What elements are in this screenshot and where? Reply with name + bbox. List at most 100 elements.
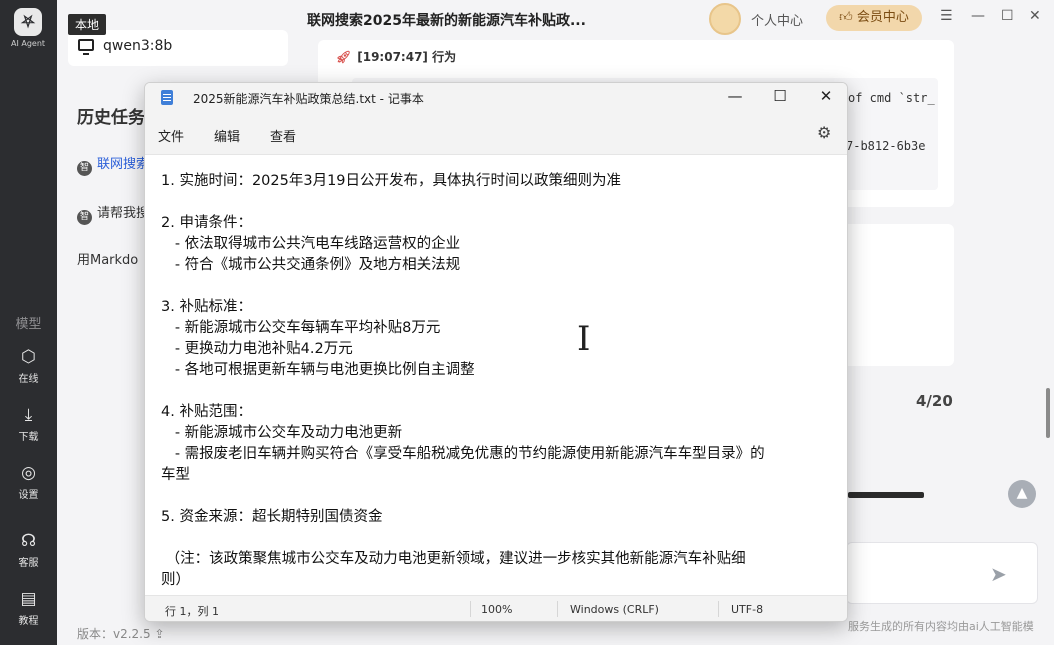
history-item-label: 用Markdo: [77, 253, 139, 268]
avatar[interactable]: [709, 3, 741, 35]
rail-item-online[interactable]: ⬡ 在线: [0, 347, 57, 385]
rail-item-label: 教程: [18, 616, 39, 627]
vip-label: 会员中心: [856, 10, 909, 25]
chat-time-text: [19:07:47] 行为: [357, 50, 457, 64]
minimize-icon[interactable]: —: [720, 87, 750, 105]
thumb-icon: 👍︎: [839, 10, 853, 25]
status-line-ending: Windows (CRLF): [570, 603, 659, 616]
history-title: 历史任务: [77, 108, 145, 128]
text-line: - 需报废老旧车辆并购买符合《享受车船税减免优惠的节约能源使用新能源汽车车型目录…: [161, 446, 765, 462]
monitor-icon: [78, 39, 94, 55]
notepad-statusbar: 行 1，列 1 100% Windows (CRLF) UTF-8: [145, 595, 847, 621]
version-label: 版本：v2.2.5 ⇪: [77, 625, 165, 642]
history-item-label: 请帮我搜: [97, 206, 150, 221]
code-fragment: of cmd `str_: [848, 91, 935, 105]
version-text: 版本：v2.2.5: [77, 627, 151, 641]
text-line: - 新能源城市公交车每辆车平均补贴8万元: [161, 320, 441, 336]
progress-bar: [848, 492, 924, 498]
download-icon: ⤓: [24, 405, 33, 425]
send-icon[interactable]: ➤: [990, 562, 1007, 586]
notepad-menubar: 文件 编辑 查看 ⚙: [145, 113, 847, 155]
rail-item-tutorial[interactable]: ▤ 教程: [0, 589, 57, 627]
upload-icon[interactable]: ⇪: [154, 627, 164, 641]
text-line: 则）: [161, 572, 190, 588]
menu-edit[interactable]: 编辑: [214, 126, 240, 145]
gear-icon[interactable]: ⚙: [817, 123, 831, 142]
text-cursor-icon: I: [577, 319, 591, 359]
text-line: - 依法取得城市公共汽电车线路运营权的企业: [161, 236, 461, 252]
text-line: - 新能源城市公交车及动力电池更新: [161, 425, 403, 441]
menu-file[interactable]: 文件: [158, 126, 184, 145]
rail-item-settings[interactable]: ◎ 设置: [0, 463, 57, 501]
rail-section-label: 模型: [15, 317, 42, 332]
disclaimer: 服务生成的所有内容均由ai人工智能模型生成，请仔细甄别: [848, 620, 1034, 633]
agent-icon: 智: [77, 161, 92, 176]
notepad-icon: [161, 90, 173, 105]
notepad-title: 2025新能源汽车补贴政策总结.txt - 记事本: [193, 92, 424, 106]
menu-icon[interactable]: ☰: [940, 8, 953, 24]
vip-center-button[interactable]: 👍︎ 会员中心: [826, 5, 922, 31]
maximize-icon[interactable]: ☐: [1001, 8, 1014, 24]
status-position: 行 1，列 1: [165, 605, 219, 618]
status-zoom: 100%: [481, 603, 513, 616]
text-line: - 各地可根据更新车辆与电池更换比例自主调整: [161, 362, 475, 378]
text-line: 4. 补贴范围：: [161, 404, 252, 420]
close-icon[interactable]: ✕: [811, 87, 841, 105]
text-line: - 更换动力电池补贴4.2万元: [161, 341, 353, 357]
notepad-titlebar[interactable]: 2025新能源汽车补贴政策总结.txt - 记事本 — ☐ ✕: [145, 83, 847, 113]
headset-icon: ☊: [20, 531, 37, 551]
text-line: 3. 补贴标准：: [161, 299, 252, 315]
menu-view[interactable]: 查看: [270, 126, 296, 145]
text-line: 2. 申请条件：: [161, 215, 252, 231]
model-selector[interactable]: qwen3:8b: [68, 30, 288, 66]
cube-icon: ⬡: [21, 347, 36, 367]
chat-input[interactable]: [846, 542, 1038, 604]
rail-item-label: 设置: [18, 490, 39, 501]
text-line: 1. 实施时间：2025年3月19日公开发布，具体执行时间以政策细则为准: [161, 173, 622, 189]
text-line: 5. 资金来源：超长期特别国债资金: [161, 509, 383, 525]
code-fragment: 7-b812-6b3e: [846, 139, 926, 153]
chat-time-line: 🚀︎ [19:07:47] 行为: [336, 48, 456, 65]
rail-item-download[interactable]: ⤓ 下载: [0, 405, 57, 443]
rail-item-label: 客服: [18, 558, 39, 569]
scroll-top-button[interactable]: ▲: [1008, 480, 1036, 508]
rail-item-support[interactable]: ☊ 客服: [0, 531, 57, 569]
history-item[interactable]: 用Markdo: [77, 249, 138, 268]
text-line: （注：该政策聚焦城市公交车及动力电池更新领域，建议进一步核实其他新能源汽车补贴细: [161, 551, 746, 567]
page-indicator: 4/20: [916, 392, 953, 410]
maximize-icon[interactable]: ☐: [765, 87, 795, 105]
model-name: qwen3:8b: [103, 38, 173, 54]
settings-icon: ◎: [21, 463, 36, 483]
rail-item-label: 下载: [18, 432, 39, 443]
minimize-icon[interactable]: —: [971, 8, 985, 24]
agent-icon: 智: [77, 210, 92, 225]
rocket-icon: 🚀︎: [336, 50, 352, 64]
text-line: 车型: [161, 467, 190, 483]
local-badge: 本地: [68, 14, 107, 35]
book-icon: ▤: [20, 589, 37, 609]
status-encoding: UTF-8: [731, 603, 764, 616]
logo-caption: AI Agent: [10, 39, 46, 48]
notepad-window: 2025新能源汽车补贴政策总结.txt - 记事本 — ☐ ✕ 文件 编辑 查看…: [144, 82, 848, 622]
user-center-link[interactable]: 个人中心: [751, 10, 803, 29]
history-item[interactable]: 智联网搜索: [77, 153, 149, 176]
status-divider: [718, 601, 719, 617]
scrollbar[interactable]: [1046, 388, 1050, 438]
logo-mark-icon: ⛧: [14, 8, 42, 36]
rail-item-label: 在线: [18, 374, 39, 385]
notepad-text-area[interactable]: 1. 实施时间：2025年3月19日公开发布，具体执行时间以政策细则为准 2. 申…: [161, 171, 833, 591]
history-item[interactable]: 智请帮我搜: [77, 202, 149, 225]
status-divider: [470, 601, 471, 617]
close-icon[interactable]: ✕: [1029, 8, 1041, 24]
history-item-label: 联网搜索: [97, 157, 150, 172]
text-line: - 符合《城市公共交通条例》及地方相关法规: [161, 257, 461, 273]
chat-title: 联网搜索2025年最新的新能源汽车补贴政...: [307, 13, 586, 29]
left-rail: ⛧ AI Agent 模型 ⬡ 在线 ⤓ 下载 ◎ 设置 ☊ 客服 ▤ 教程: [0, 0, 57, 645]
status-divider: [557, 601, 558, 617]
app-logo[interactable]: ⛧ AI Agent: [8, 8, 48, 52]
